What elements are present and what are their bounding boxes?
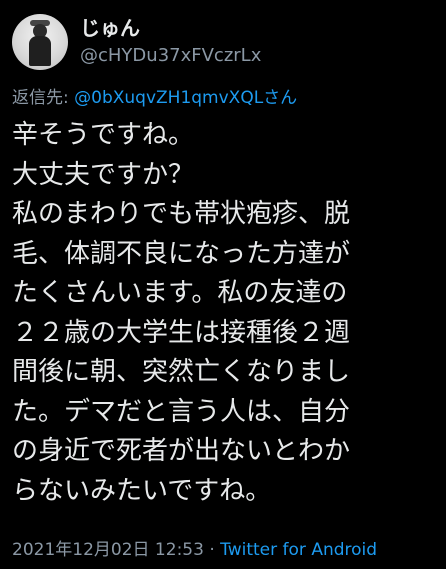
meta-separator: · [203,540,221,560]
reply-to-line: 返信先: @0bXuqvZH1qmvXQLさん [12,86,297,110]
display-name[interactable]: じゅん [80,15,261,41]
reply-mention-link[interactable]: @0bXuqvZH1qmvXQLさん [74,88,297,108]
avatar[interactable] [12,14,68,70]
tweet-source-link[interactable]: Twitter for Android [220,540,377,560]
user-handle[interactable]: @cHYDu37xFVczrLx [80,43,261,69]
reply-prefix: 返信先: [12,88,75,108]
avatar-body-shape [29,36,51,66]
tweet-header: じゅん @cHYDu37xFVczrLx [12,10,261,74]
user-names: じゅん @cHYDu37xFVczrLx [80,15,261,69]
tweet-meta: 2021年12月02日 12:53 · Twitter for Android [12,538,377,562]
tweet-text: 辛そうですね。 大丈夫ですか？ 私のまわりでも帯状疱疹、脱 毛、体調不良になった… [12,120,351,506]
tweet: じゅん @cHYDu37xFVczrLx 返信先: @0bXuqvZH1qmvX… [0,0,446,569]
tweet-timestamp[interactable]: 2021年12月02日 12:53 [12,540,204,560]
